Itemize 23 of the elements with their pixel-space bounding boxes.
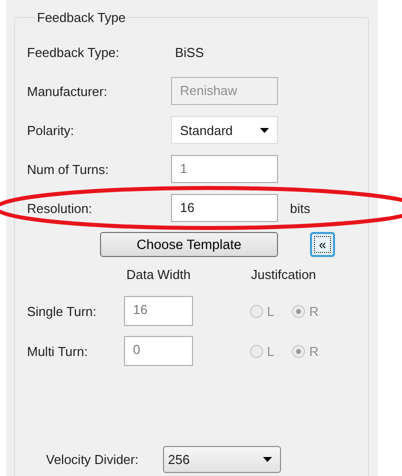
field-label: Feedback Type: — [27, 44, 120, 60]
field-label: Manufacturer: — [27, 84, 108, 98]
input-field[interactable]: 16 — [124, 296, 193, 326]
caret-icon — [260, 128, 269, 132]
column-header: Justifcation — [251, 267, 318, 282]
field-value: BiSS — [174, 44, 205, 60]
field-label: Num of Turns: — [27, 162, 110, 176]
input-field[interactable]: 0 — [124, 336, 193, 366]
dropdown[interactable]: Standard — [171, 116, 278, 144]
group-title: Feedback Type — [36, 10, 127, 25]
field-label: Single Turn: — [27, 304, 98, 318]
column-header: Data Width — [125, 267, 192, 282]
field-label: Velocity Divider: — [46, 452, 140, 467]
field-label: Polarity: — [27, 122, 75, 138]
input-field[interactable]: 1 — [171, 155, 278, 183]
choose-template-button[interactable]: Choose Template — [100, 232, 278, 257]
unit-label: bits — [289, 200, 312, 216]
field-label: Multi Turn: — [27, 344, 89, 358]
collapse-button[interactable]: « — [310, 232, 335, 257]
caret-icon — [263, 457, 272, 462]
field-label: Resolution: — [27, 200, 94, 216]
dropdown[interactable]: 256 — [163, 446, 281, 473]
input-field[interactable]: 16 — [171, 194, 278, 222]
